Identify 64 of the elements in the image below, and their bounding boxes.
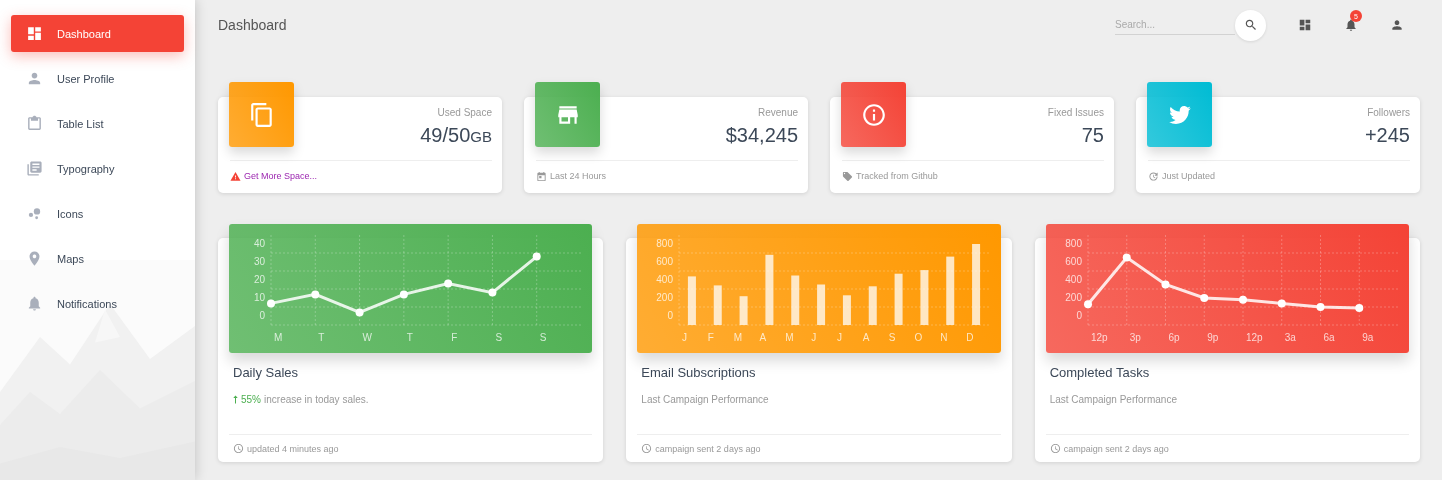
chart-footer-text: updated 4 minutes ago bbox=[247, 443, 339, 454]
chart-footer-text: campaign sent 2 days ago bbox=[655, 443, 761, 454]
stat-footer-text: Last 24 Hours bbox=[550, 171, 607, 181]
axis-tick-label: M bbox=[734, 332, 743, 343]
axis-tick-label: A bbox=[863, 332, 870, 343]
axis-tick-label: 600 bbox=[656, 256, 674, 267]
axis-tick-label: 200 bbox=[656, 292, 674, 303]
axis-tick-label: N bbox=[940, 332, 948, 343]
chart-subtitle: Last Campaign Performance bbox=[1049, 393, 1177, 405]
axis-tick-label: 200 bbox=[1064, 292, 1082, 303]
chart-title: Email Subscriptions bbox=[641, 364, 757, 380]
stat-footer-text: Just Updated bbox=[1162, 171, 1216, 181]
axis-tick-label: 400 bbox=[656, 274, 674, 285]
stat-label: Followers bbox=[1367, 107, 1410, 118]
axis-tick-label: 9a bbox=[1361, 332, 1374, 343]
axis-tick-label: 12p bbox=[1245, 332, 1263, 343]
axis-tick-label: S bbox=[539, 332, 547, 343]
axis-tick-label: 0 bbox=[1076, 310, 1082, 321]
stat-value: +245 bbox=[1364, 124, 1410, 147]
axis-tick-label: 3a bbox=[1284, 332, 1296, 343]
axis-tick-label: M bbox=[785, 332, 794, 343]
stat-label: Revenue bbox=[757, 107, 798, 118]
axis-tick-label: 800 bbox=[656, 238, 674, 249]
axis-tick-label: F bbox=[451, 332, 458, 343]
axis-tick-label: 40 bbox=[253, 238, 265, 249]
stat-value: 75 bbox=[1081, 124, 1104, 147]
stat-label: Used Space bbox=[437, 107, 492, 118]
chart-title: Completed Tasks bbox=[1049, 364, 1151, 380]
axis-tick-label: J bbox=[811, 332, 817, 343]
stat-label: Fixed Issues bbox=[1047, 107, 1104, 118]
axis-tick-label: 0 bbox=[667, 310, 674, 321]
axis-tick-label: 0 bbox=[259, 310, 265, 321]
stat-value: $34,245 bbox=[725, 124, 798, 147]
stat-footer-text: Tracked from Github bbox=[856, 171, 938, 181]
axis-tick-label: O bbox=[914, 332, 923, 343]
axis-tick-label: 10 bbox=[253, 292, 265, 303]
axis-tick-label: F bbox=[708, 332, 715, 343]
axis-tick-label: J bbox=[837, 332, 843, 343]
axis-tick-label: W bbox=[362, 332, 372, 343]
axis-tick-label: S bbox=[889, 332, 896, 343]
axis-tick-label: D bbox=[966, 332, 974, 343]
axis-tick-label: 20 bbox=[253, 274, 265, 285]
chart-footer-text: campaign sent 2 days ago bbox=[1063, 443, 1169, 454]
axis-tick-label: T bbox=[318, 332, 325, 343]
axis-tick-label: 400 bbox=[1064, 274, 1082, 285]
axis-tick-label: 3p bbox=[1129, 332, 1141, 343]
trend-value: 55% bbox=[241, 393, 261, 405]
axis-tick-label: 6p bbox=[1168, 332, 1180, 343]
chart-title: Daily Sales bbox=[233, 364, 300, 380]
axis-tick-label: 12p bbox=[1090, 332, 1108, 343]
chart-subtitle: increase in today sales. bbox=[264, 393, 369, 405]
axis-tick-label: 9p bbox=[1206, 332, 1219, 343]
axis-tick-label: A bbox=[759, 332, 767, 343]
axis-tick-label: T bbox=[406, 332, 413, 343]
axis-tick-label: 6a bbox=[1323, 332, 1335, 343]
axis-tick-label: M bbox=[274, 332, 283, 343]
axis-tick-label: 600 bbox=[1064, 256, 1082, 267]
axis-tick-label: 30 bbox=[253, 256, 265, 267]
axis-tick-label: J bbox=[682, 332, 688, 343]
axis-tick-label: 800 bbox=[1064, 238, 1082, 249]
chart-subtitle: Last Campaign Performance bbox=[641, 393, 769, 405]
page-title: Dashboard bbox=[218, 17, 287, 33]
axis-tick-label: S bbox=[495, 332, 503, 343]
stat-value: 49/50GB bbox=[420, 124, 492, 147]
